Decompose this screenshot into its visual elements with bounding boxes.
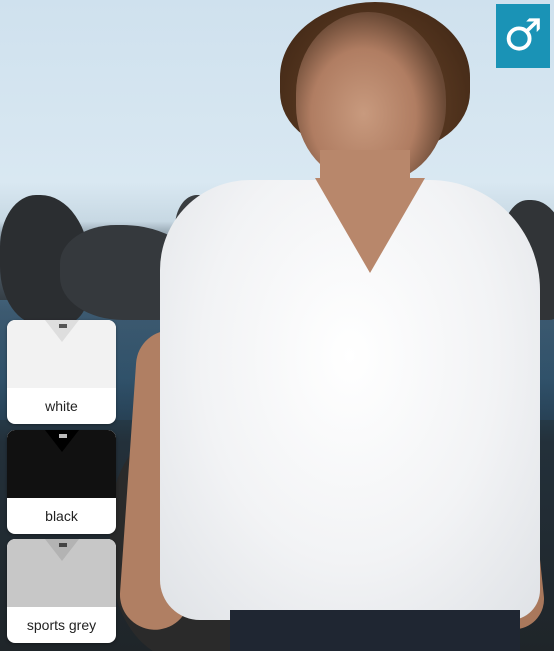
product-photo: ♂ white black sports grey xyxy=(0,0,554,651)
model-jeans xyxy=(230,610,520,651)
male-symbol-icon: ♂ xyxy=(503,10,543,61)
swatch-label: sports grey xyxy=(26,617,97,633)
label-tag xyxy=(59,434,67,438)
swatch-black-image xyxy=(7,430,116,498)
label-tag xyxy=(59,324,67,328)
swatch-white-image xyxy=(7,320,116,388)
swatch-label: black xyxy=(45,508,78,524)
male-gender-badge: ♂ xyxy=(496,4,550,68)
swatch-grey-image xyxy=(7,539,116,607)
swatch-label: white xyxy=(45,398,78,414)
swatch-white[interactable]: white xyxy=(7,320,116,424)
label-tag xyxy=(59,543,67,547)
swatch-black[interactable]: black xyxy=(7,430,116,534)
swatch-sports-grey[interactable]: sports grey xyxy=(7,539,116,643)
white-v-neck-tshirt xyxy=(160,180,540,620)
